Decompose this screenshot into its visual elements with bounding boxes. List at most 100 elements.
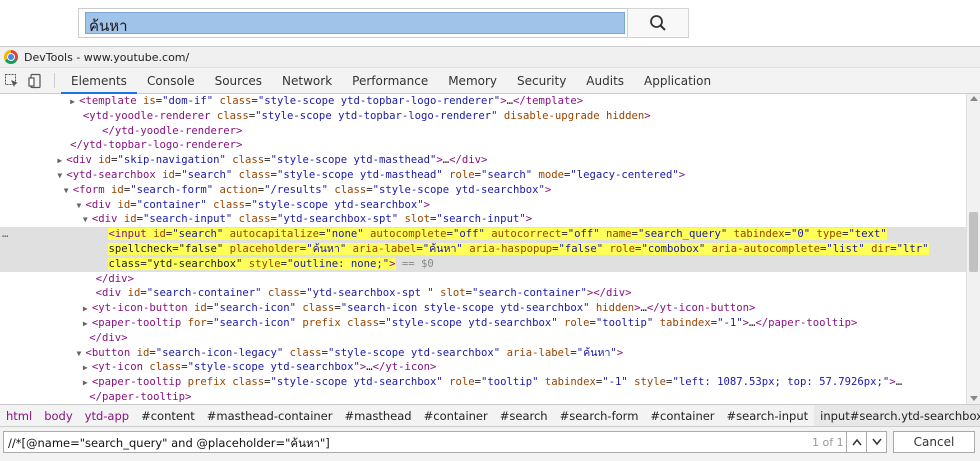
- breadcrumb-item[interactable]: ytd-app: [79, 405, 135, 426]
- tab-security[interactable]: Security: [507, 68, 576, 93]
- selected-node-marker: == $0: [395, 257, 434, 270]
- dom-node-text: <yt-icon-button id="search-icon" class="…: [91, 302, 756, 315]
- dom-node-line[interactable]: </paper-tooltip>: [0, 390, 966, 404]
- dom-node-line[interactable]: </div>: [0, 331, 966, 346]
- breadcrumb-item[interactable]: #masthead: [339, 405, 418, 426]
- node-actions-icon[interactable]: …: [2, 227, 8, 242]
- dom-node-text: <div id="container" class="style-scope y…: [85, 198, 431, 211]
- tab-application[interactable]: Application: [634, 68, 721, 93]
- dom-node-line[interactable]: <div id="search-container" class="ytd-se…: [0, 286, 966, 301]
- dom-node-text: <ytd-yoodle-renderer class="style-scope …: [82, 109, 651, 122]
- dom-node-line[interactable]: ▶ <template is="dom-if" class="style-scop…: [0, 94, 966, 109]
- dom-node-text: <div id="search-container" class="ytd-se…: [95, 287, 632, 300]
- dom-node-line[interactable]: ▶ <paper-tooltip prefix class="style-scop…: [0, 375, 966, 390]
- dom-node-text: <ytd-searchbox id="search" class="style-…: [66, 168, 686, 181]
- collapse-triangle-icon[interactable]: ▶: [83, 376, 92, 391]
- dom-tree-scrollbar[interactable]: [966, 94, 980, 404]
- cancel-button[interactable]: Cancel: [893, 431, 975, 453]
- xpath-search-input[interactable]: //*[@name="search_query" and @placeholde…: [3, 431, 887, 453]
- breadcrumb-item[interactable]: body: [38, 405, 78, 426]
- selected-dom-node-line[interactable]: spellcheck="false" placeholder="ค้นหา" a…: [0, 241, 966, 257]
- dom-node-text: <button id="search-icon-legacy" class="s…: [85, 346, 624, 359]
- collapse-triangle-icon[interactable]: ▶: [83, 317, 92, 332]
- dom-node-line[interactable]: <ytd-yoodle-renderer class="style-scope …: [0, 109, 966, 124]
- next-match-button[interactable]: [866, 432, 886, 452]
- xpath-query-text: //*[@name="search_query" and @placeholde…: [8, 436, 330, 450]
- previous-match-button[interactable]: [846, 432, 866, 452]
- collapse-triangle-icon[interactable]: ▶: [70, 95, 79, 110]
- search-input-text: ค้นหา: [89, 17, 128, 35]
- tab-performance[interactable]: Performance: [342, 68, 438, 93]
- tab-sources[interactable]: Sources: [205, 68, 272, 93]
- dom-node-line[interactable]: </ytd-yoodle-renderer>: [0, 124, 966, 139]
- dom-node-line[interactable]: ▼ <form id="search-form" action="/results…: [0, 183, 966, 198]
- expand-triangle-icon[interactable]: ▼: [77, 199, 86, 214]
- dom-node-text: <template is="dom-if" class="style-scope…: [79, 95, 584, 107]
- page-search-strip: ค้นหา: [0, 0, 980, 46]
- expand-triangle-icon[interactable]: ▼: [64, 184, 73, 199]
- expand-triangle-icon[interactable]: ▼: [77, 347, 86, 362]
- dom-node-line[interactable]: ▼ <div id="search-input" class="ytd-searc…: [0, 212, 966, 227]
- match-count: 1 of 1: [812, 436, 844, 449]
- dom-node-line[interactable]: ▶ <yt-icon-button id="search-icon" class=…: [0, 301, 966, 316]
- devtools-title: DevTools - www.youtube.com/: [24, 50, 190, 64]
- expand-triangle-icon[interactable]: ▼: [83, 213, 92, 228]
- tab-console[interactable]: Console: [137, 68, 205, 93]
- dom-node-text: <form id="search-form" action="/results"…: [72, 183, 552, 196]
- collapse-triangle-icon[interactable]: ▶: [83, 361, 92, 376]
- dom-node-line[interactable]: ▼ <div id="container" class="style-scope …: [0, 198, 966, 213]
- breadcrumb-item[interactable]: #content: [135, 405, 201, 426]
- selected-node-text: class="ytd-searchbox" style="outline: no…: [108, 257, 396, 270]
- dom-node-line[interactable]: ▼ <button id="search-icon-legacy" class="…: [0, 346, 966, 361]
- breadcrumb-item[interactable]: #search-form: [554, 405, 645, 426]
- breadcrumb-item[interactable]: #search: [494, 405, 554, 426]
- scroll-thumb[interactable]: [969, 212, 978, 272]
- devtools-title-bar: DevTools - www.youtube.com/: [0, 46, 980, 68]
- dom-node-line[interactable]: ▼ <ytd-searchbox id="search" class="style…: [0, 168, 966, 183]
- selected-node-text: spellcheck="false" placeholder="ค้นหา" a…: [108, 242, 929, 255]
- dom-node-text: <div id="search-input" class="ytd-search…: [91, 213, 533, 226]
- toolbar-divider: [54, 73, 55, 88]
- chevron-up-icon: [851, 438, 862, 446]
- search-icon: [650, 15, 666, 31]
- dom-node-text: <paper-tooltip for="search-icon" prefix …: [91, 316, 858, 329]
- breadcrumb-item[interactable]: #container: [644, 405, 720, 426]
- breadcrumb-item[interactable]: #container: [418, 405, 494, 426]
- device-toolbar-icon[interactable]: [24, 68, 48, 93]
- selected-dom-node-line[interactable]: class="ytd-searchbox" style="outline: no…: [0, 256, 966, 272]
- tab-elements[interactable]: Elements: [61, 68, 137, 94]
- breadcrumb-item[interactable]: html: [0, 405, 38, 426]
- elements-dom-tree[interactable]: ▶ <template is="dom-if" class="style-scop…: [0, 94, 966, 404]
- tab-memory[interactable]: Memory: [438, 68, 507, 93]
- dom-node-line[interactable]: ▶ <div id="skip-navigation" class="style-…: [0, 153, 966, 168]
- youtube-search-input[interactable]: ค้นหา: [78, 8, 628, 38]
- collapse-triangle-icon[interactable]: ▶: [83, 302, 92, 317]
- devtools-search-bar: //*[@name="search_query" and @placeholde…: [0, 426, 980, 461]
- tab-network[interactable]: Network: [272, 68, 342, 93]
- dom-node-text: </ytd-yoodle-renderer>: [102, 124, 243, 137]
- breadcrumb-item[interactable]: #masthead-container: [201, 405, 339, 426]
- youtube-search-button[interactable]: [627, 8, 689, 38]
- breadcrumb-item[interactable]: #search-input: [721, 405, 815, 426]
- breadcrumb: html body ytd-app #content #masthead-contain…: [0, 404, 980, 426]
- dom-node-text: <paper-tooltip prefix class="style-scope…: [91, 376, 903, 389]
- chevron-down-icon: [871, 438, 882, 446]
- scroll-down-icon[interactable]: [970, 396, 978, 401]
- dom-node-text: <yt-icon class="style-scope ytd-searchbo…: [91, 361, 437, 374]
- dom-node-text: </div>: [89, 331, 128, 344]
- dom-node-line[interactable]: ▶ <paper-tooltip for="search-icon" prefix…: [0, 316, 966, 331]
- dom-node-line[interactable]: </div>: [0, 272, 966, 287]
- scroll-up-icon[interactable]: [970, 96, 978, 101]
- dom-node-text: <div id="skip-navigation" class="style-s…: [66, 154, 488, 167]
- dom-node-text: </ytd-topbar-logo-renderer>: [70, 139, 243, 152]
- dom-node-line[interactable]: </ytd-topbar-logo-renderer>: [0, 138, 966, 153]
- tab-audits[interactable]: Audits: [576, 68, 634, 93]
- inspect-element-icon[interactable]: [0, 68, 24, 93]
- chrome-icon: [4, 50, 18, 64]
- dom-node-line[interactable]: ▶ <yt-icon class="style-scope ytd-searchb…: [0, 360, 966, 375]
- breadcrumb-item[interactable]: input#search.ytd-searchbox: [814, 405, 980, 426]
- selected-text-highlight: [85, 12, 625, 34]
- devtools-tab-bar: Elements Console Sources Network Perform…: [0, 68, 980, 94]
- selected-dom-node-line[interactable]: … <input id="search" autocapitalize="non…: [0, 227, 966, 242]
- dom-node-text: </div>: [95, 272, 134, 285]
